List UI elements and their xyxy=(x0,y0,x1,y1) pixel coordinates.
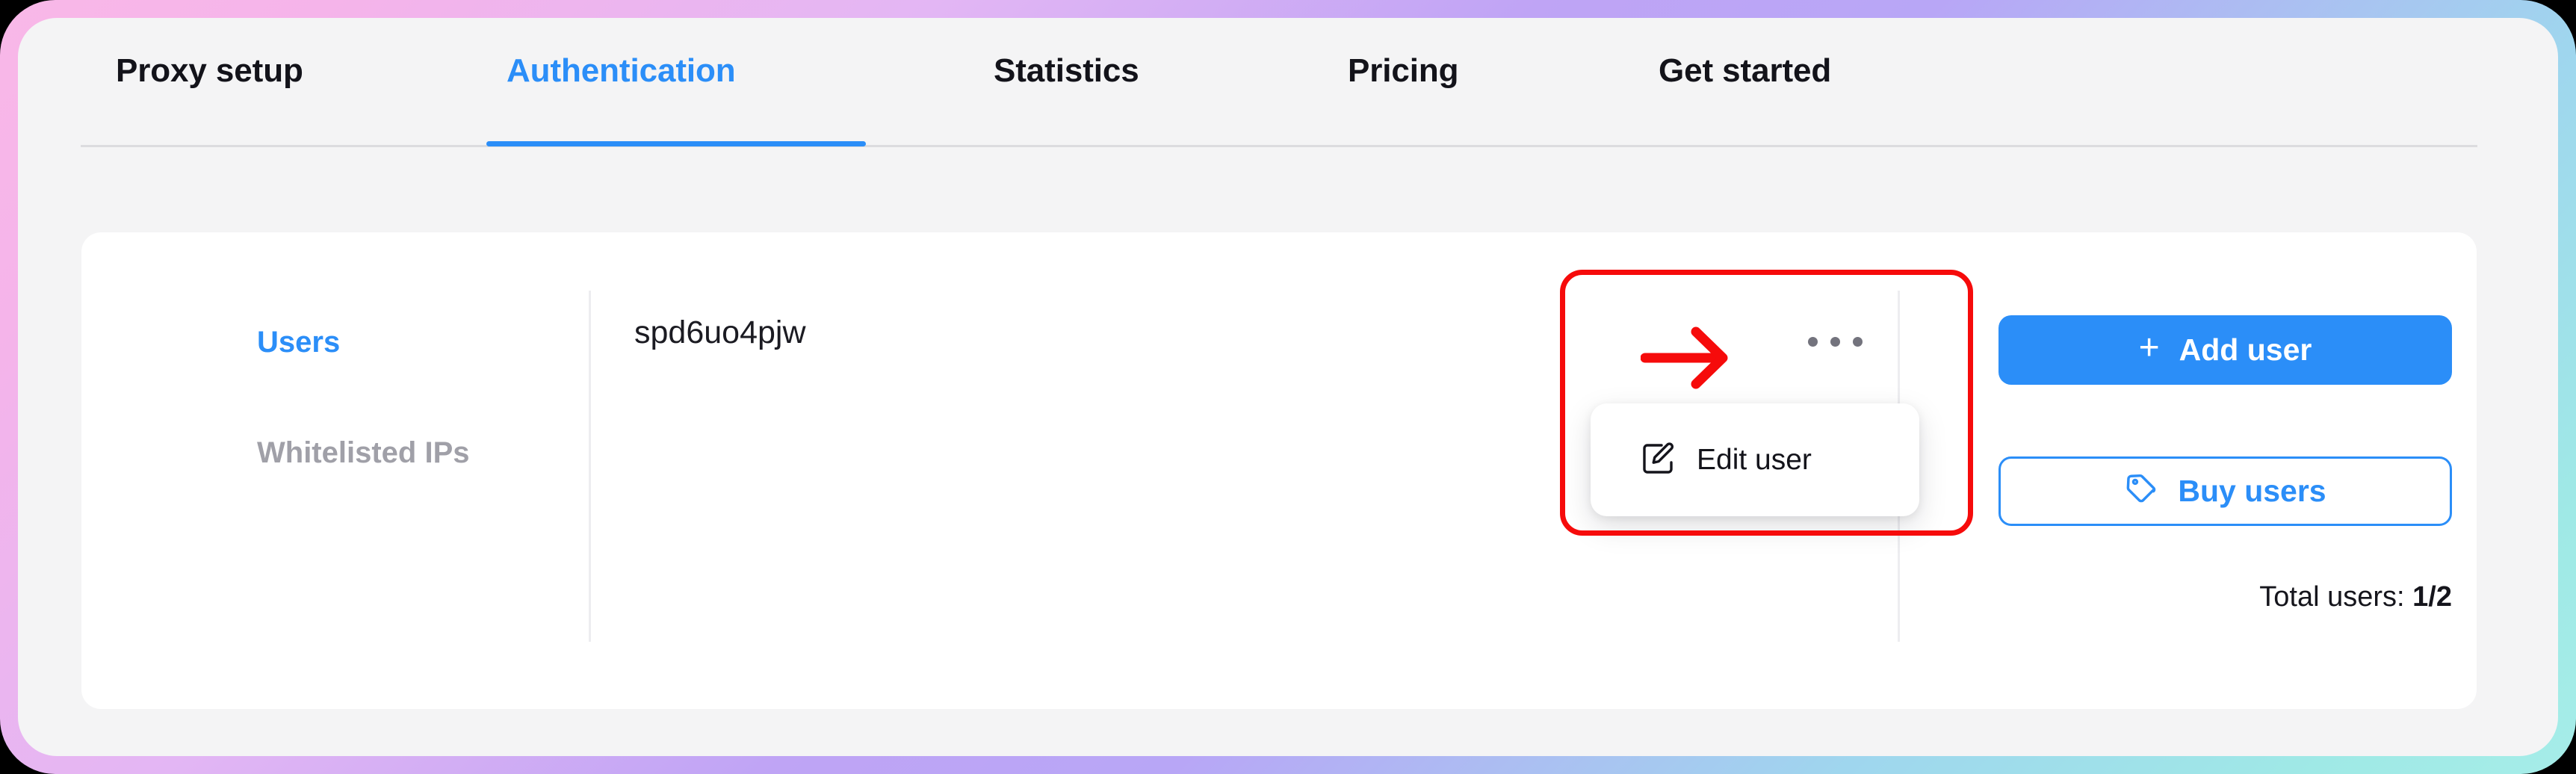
tab-pricing[interactable]: Pricing xyxy=(1348,52,1459,90)
card-side-nav: Users Whitelisted IPs xyxy=(81,232,589,709)
buy-users-button[interactable]: Buy users xyxy=(1998,456,2452,526)
plus-icon: + xyxy=(2138,328,2160,368)
total-users-status: Total users: 1/2 xyxy=(1925,581,2452,613)
tab-statistics[interactable]: Statistics xyxy=(994,52,1139,90)
more-horizontal-icon[interactable] xyxy=(1794,321,1876,362)
total-users-value: 1/2 xyxy=(2412,581,2452,613)
tab-bar: Proxy setup Authentication Statistics Pr… xyxy=(18,18,2558,149)
total-users-label: Total users: xyxy=(2259,581,2413,613)
buy-users-button-label: Buy users xyxy=(2178,474,2326,508)
tag-icon xyxy=(2124,471,2158,513)
menu-item-edit-user-label: Edit user xyxy=(1697,443,1812,476)
kebab-dot-2 xyxy=(1830,336,1840,347)
add-user-button-label: Add user xyxy=(2179,332,2312,367)
tab-proxy-setup[interactable]: Proxy setup xyxy=(116,52,303,90)
menu-item-edit-user[interactable]: Edit user xyxy=(1591,403,1919,516)
authentication-card: Users Whitelisted IPs spd6uo4pjw Edit us… xyxy=(81,232,2477,709)
kebab-dot-3 xyxy=(1852,336,1863,347)
column-divider-left xyxy=(589,291,591,642)
page-surface: Proxy setup Authentication Statistics Pr… xyxy=(18,18,2558,756)
add-user-button[interactable]: + Add user xyxy=(1998,315,2452,385)
tab-authentication[interactable]: Authentication xyxy=(507,52,736,90)
active-tab-indicator xyxy=(486,141,866,146)
card-actions-column: + Add user Buy users Total users: 1/2 xyxy=(1925,232,2477,709)
sidebar-item-whitelisted-ips[interactable]: Whitelisted IPs xyxy=(257,436,470,470)
gradient-frame: Proxy setup Authentication Statistics Pr… xyxy=(0,0,2576,774)
tab-get-started[interactable]: Get started xyxy=(1659,52,1831,90)
user-name-value: spd6uo4pjw xyxy=(634,315,806,350)
user-actions-dropdown: Edit user xyxy=(1591,403,1919,516)
tab-bar-divider xyxy=(81,145,2477,147)
kebab-dot-1 xyxy=(1807,336,1818,347)
edit-square-icon xyxy=(1640,441,1676,479)
sidebar-item-users[interactable]: Users xyxy=(257,326,340,359)
